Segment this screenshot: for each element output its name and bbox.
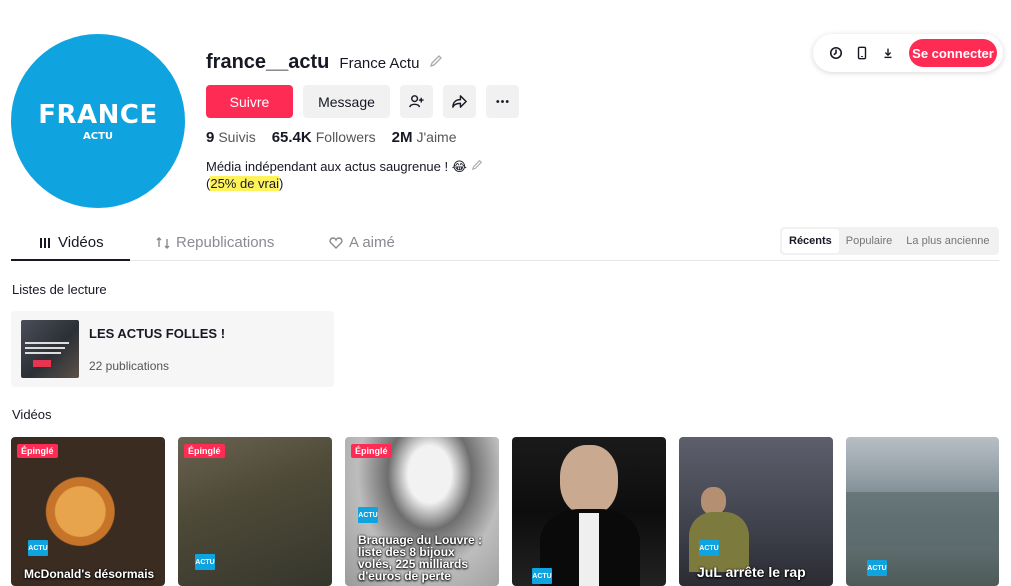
playlist-title: LES ACTUS FOLLES ! xyxy=(89,326,226,341)
tab-label: A aimé xyxy=(349,234,395,251)
share-icon xyxy=(452,95,467,108)
tab-videos[interactable]: Vidéos xyxy=(38,224,104,261)
stat-value: 9 xyxy=(206,129,215,146)
suggested-accounts-button[interactable] xyxy=(400,85,433,118)
stat-label: Suivis xyxy=(218,129,256,145)
grid-icon xyxy=(40,237,50,248)
active-tab-indicator xyxy=(11,259,130,261)
tab-label: Vidéos xyxy=(58,234,104,251)
video-figure xyxy=(579,513,599,586)
message-button[interactable]: Message xyxy=(303,85,390,118)
playlist-card[interactable]: LES ACTUS FOLLES ! 22 publications xyxy=(11,311,334,387)
stat-likes: 2M J'aime xyxy=(392,129,457,146)
video-figure xyxy=(560,445,618,515)
video-caption: McDonald's désormais xyxy=(24,567,155,581)
thumb-red-badge xyxy=(33,360,51,367)
video-figure xyxy=(701,487,726,515)
video-card[interactable]: ACTU xyxy=(512,437,666,586)
more-button[interactable] xyxy=(486,85,519,118)
top-action-bar: Se connecter xyxy=(813,34,1003,72)
pinned-badge: Épinglé xyxy=(184,444,225,458)
sort-option-popular[interactable]: Populaire xyxy=(839,229,899,253)
playlists-heading: Listes de lecture xyxy=(12,282,107,297)
profile-actions: Suivre Message xyxy=(206,85,519,118)
actu-logo: ACTU xyxy=(195,554,215,570)
video-caption: JuL arrête le rap xyxy=(697,564,806,580)
bio-text: Média indépendant aux actus saugrenue ! … xyxy=(206,159,467,174)
follow-button[interactable]: Suivre xyxy=(206,85,293,118)
tab-reposts[interactable]: Republications xyxy=(156,224,274,261)
more-icon xyxy=(496,100,509,103)
bio-line: Média indépendant aux actus saugrenue ! … xyxy=(206,158,483,175)
phone-icon[interactable] xyxy=(849,40,875,66)
actu-logo: ACTU xyxy=(358,507,378,523)
clock-icon[interactable] xyxy=(823,40,849,66)
video-figure xyxy=(689,512,749,572)
video-card[interactable]: Épinglé ACTU Braquage du Louvre : liste … xyxy=(345,437,499,586)
login-button[interactable]: Se connecter xyxy=(909,39,997,67)
video-card[interactable]: ACTU xyxy=(846,437,999,586)
thumb-text-line xyxy=(25,347,65,349)
actu-logo: ACTU xyxy=(532,568,552,584)
stat-value: 2M xyxy=(391,129,413,146)
stat-label: Followers xyxy=(315,129,376,145)
pencil-icon xyxy=(471,159,482,171)
nickname: France Actu xyxy=(339,55,420,72)
actu-logo: ACTU xyxy=(28,540,48,556)
bio-paren: ) xyxy=(279,176,284,191)
tab-label: Republications xyxy=(176,234,275,251)
actu-logo: ACTU xyxy=(867,560,887,576)
bio-highlight: 25% de vrai xyxy=(210,176,279,191)
video-card[interactable]: ACTU JuL arrête le rap xyxy=(679,437,833,586)
stat-following[interactable]: 9 Suivis xyxy=(206,129,256,146)
pinned-badge: Épinglé xyxy=(351,444,392,458)
playlist-count: 22 publications xyxy=(89,359,170,373)
stat-followers[interactable]: 65.4K Followers xyxy=(272,129,376,146)
profile-names: france__actu France Actu xyxy=(206,51,443,74)
actu-logo: ACTU xyxy=(699,540,719,556)
avatar-sub-text: ACTU xyxy=(82,131,114,142)
sort-option-recent[interactable]: Récents xyxy=(782,229,839,253)
videos-heading: Vidéos xyxy=(12,407,52,422)
pinned-badge: Épinglé xyxy=(17,444,58,458)
playlist-thumbnail xyxy=(21,320,79,378)
avatar-brand-text: FRANCE xyxy=(38,100,158,130)
profile-stats: 9 Suivis 65.4K Followers 2M J'aime xyxy=(206,129,457,146)
avatar: FRANCE ACTU xyxy=(11,34,185,208)
stat-label: J'aime xyxy=(416,129,457,145)
sort-segmented-control: Récents Populaire La plus ancienne xyxy=(780,227,999,255)
add-user-icon xyxy=(409,95,424,108)
thumb-text-line xyxy=(25,352,61,354)
video-card[interactable]: Épinglé ACTU xyxy=(178,437,332,586)
username: france__actu xyxy=(206,51,330,73)
video-card[interactable]: Épinglé ACTU McDonald's désormais xyxy=(11,437,165,586)
stat-value: 65.4K xyxy=(271,129,312,146)
download-icon[interactable] xyxy=(875,40,901,66)
pencil-icon xyxy=(430,55,443,68)
bio-line: (25% de vrai) xyxy=(206,175,483,192)
thumb-text-line xyxy=(25,342,69,344)
video-water xyxy=(846,492,999,547)
tab-liked[interactable]: A aimé xyxy=(329,224,395,261)
heart-icon xyxy=(329,236,343,249)
repost-icon xyxy=(156,236,170,249)
sort-option-oldest[interactable]: La plus ancienne xyxy=(899,229,996,253)
video-caption: Braquage du Louvre : liste des 8 bijoux … xyxy=(358,533,483,583)
profile-bio: Média indépendant aux actus saugrenue ! … xyxy=(206,158,483,192)
share-button[interactable] xyxy=(443,85,476,118)
